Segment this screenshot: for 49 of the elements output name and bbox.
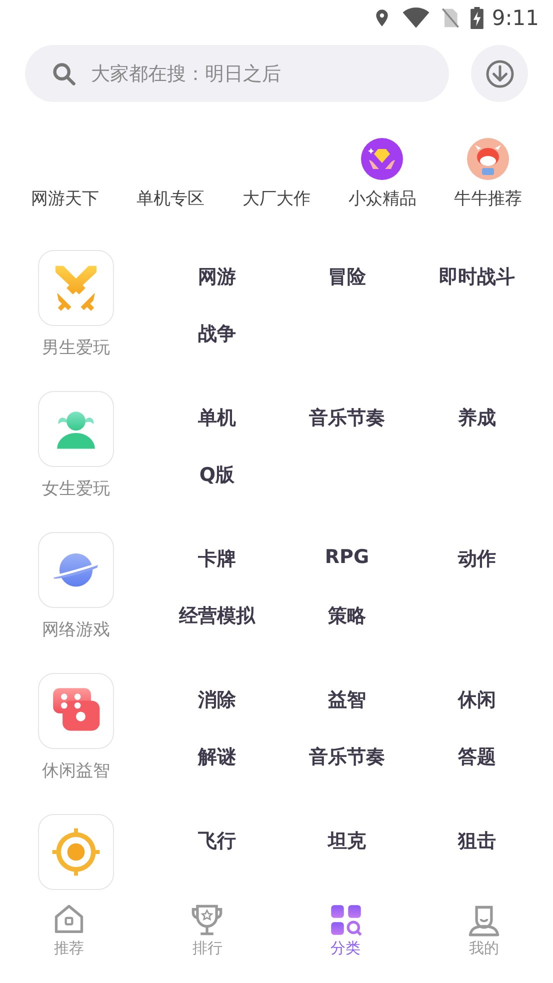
tag-link[interactable]: 坦克	[328, 828, 366, 854]
tag-link[interactable]: 即时战斗	[439, 264, 515, 290]
tag-link[interactable]: 冒险	[328, 264, 366, 290]
category-tile[interactable]	[38, 814, 114, 890]
tag-link[interactable]: 消除	[198, 687, 236, 713]
clock-time: 9:11	[492, 6, 539, 30]
category-title: 网络游戏	[42, 619, 110, 641]
nav-tab[interactable]: 分类	[276, 895, 415, 983]
category-title: 休闲益智	[42, 760, 110, 782]
tag-link[interactable]: 战争	[198, 321, 236, 347]
tag-link[interactable]: 音乐节奏	[309, 744, 385, 770]
tag-link[interactable]: 狙击	[458, 828, 496, 854]
tag-link[interactable]: 网游	[198, 264, 236, 290]
tag-link[interactable]: 益智	[328, 687, 366, 713]
tag-link[interactable]: 音乐节奏	[309, 405, 385, 431]
category-tile[interactable]	[38, 532, 114, 608]
category-tile[interactable]	[38, 391, 114, 467]
wifi-icon	[402, 7, 430, 29]
no-sim-icon	[440, 7, 460, 29]
trophy-icon	[190, 903, 224, 937]
category-tile[interactable]	[38, 673, 114, 749]
tag-link[interactable]: 答题	[458, 744, 496, 770]
search-field[interactable]: 大家都在搜：明日之后	[89, 62, 449, 86]
tag-link[interactable]: 飞行	[198, 828, 236, 854]
category-grid-icon	[328, 903, 363, 937]
tag-link[interactable]: 经营模拟	[179, 603, 255, 629]
battery-icon	[470, 7, 484, 29]
category-link[interactable]: 牛牛推荐	[454, 187, 522, 210]
category-tile[interactable]	[38, 250, 114, 326]
mascot-icon	[467, 138, 510, 180]
category-title: 女生爱玩	[42, 478, 110, 500]
tag-link[interactable]: 养成	[458, 405, 496, 431]
category-link[interactable]: 大厂大作	[242, 187, 310, 210]
search-icon	[51, 60, 77, 86]
tag-link[interactable]: RPG	[324, 546, 370, 568]
category-link[interactable]: 单机专区	[136, 187, 205, 210]
tag-link[interactable]: 策略	[328, 603, 366, 629]
category-link[interactable]: 小众精品	[348, 187, 416, 210]
tag-link[interactable]: 卡牌	[198, 546, 236, 572]
tag-link[interactable]: 动作	[458, 546, 496, 572]
category-title: 男生爱玩	[42, 337, 110, 359]
tag-link[interactable]: 单机	[198, 405, 236, 431]
search-bar[interactable]: 大家都在搜：明日之后	[25, 45, 449, 102]
category-link[interactable]: 网游天下	[30, 187, 99, 210]
tag-link[interactable]: 解谜	[198, 744, 236, 770]
tag-link[interactable]: 休闲	[458, 687, 496, 713]
tag-link[interactable]: Q版	[199, 462, 235, 488]
download-icon	[484, 58, 514, 88]
profile-icon	[466, 903, 501, 937]
